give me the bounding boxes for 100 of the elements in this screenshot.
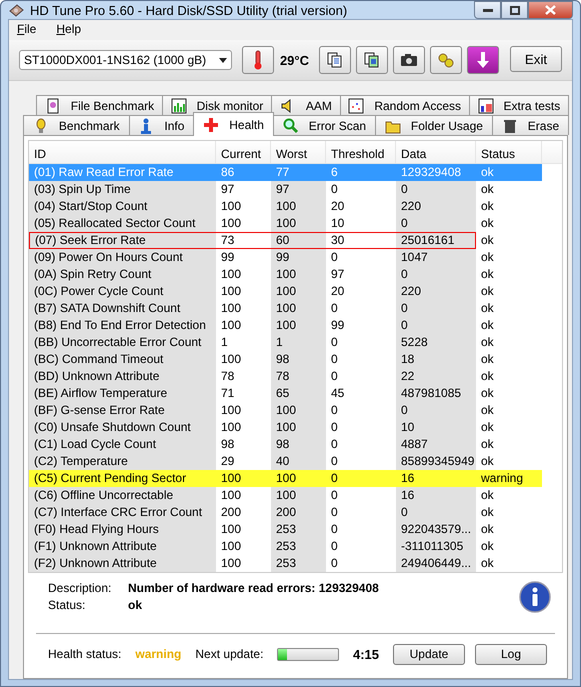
table-cell: 65 (271, 385, 326, 402)
column-header[interactable]: Status (476, 141, 542, 163)
table-cell-text: ok (480, 368, 495, 385)
toolbar-button[interactable] (356, 46, 388, 74)
tab[interactable]: Erase (492, 115, 570, 135)
temperature-button[interactable] (242, 46, 274, 74)
table-cell: -311011305 (396, 538, 476, 555)
tab[interactable]: Health (193, 112, 274, 136)
table-cell-text: ok (480, 249, 495, 266)
table-cell-text: 100 (220, 521, 242, 538)
table-cell: 220 (396, 283, 476, 300)
minimize-button[interactable] (474, 1, 501, 19)
tab[interactable]: Benchmark (23, 115, 130, 135)
table-cell: 98 (271, 436, 326, 453)
maximize-button[interactable] (501, 1, 528, 19)
close-icon (545, 5, 556, 15)
table-cell: 77 (271, 164, 326, 181)
table-cell-text: 97 (330, 266, 346, 283)
table-cell: 16 (396, 470, 476, 487)
table-cell-text: 45 (330, 385, 346, 402)
table-cell-text: 20 (330, 198, 346, 215)
table-cell: ok (476, 164, 542, 181)
chart-icon (478, 98, 494, 114)
table-cell: 100 (271, 419, 326, 436)
column-header[interactable]: Threshold (326, 141, 396, 163)
update-button[interactable]: Update (393, 644, 465, 664)
tab[interactable]: Random Access (340, 95, 470, 115)
table-cell-text: ok (480, 300, 495, 317)
tab[interactable]: Error Scan (272, 115, 376, 135)
table-cell: 100 (271, 198, 326, 215)
log-button[interactable]: Log (475, 644, 547, 664)
table-cell-text: 0 (330, 334, 339, 351)
table-cell: (C5) Current Pending Sector (29, 470, 216, 487)
table-cell: 0 (396, 300, 476, 317)
window-title: HD Tune Pro 5.60 - Hard Disk/SSD Utility (trial version) (30, 2, 348, 18)
table-cell: 0 (396, 317, 476, 334)
table-cell-text: ok (480, 351, 495, 368)
table-cell: (C1) Load Cycle Count (29, 436, 216, 453)
health-status-label: Health status: (48, 647, 122, 661)
table-cell-text: 29 (220, 453, 236, 470)
table-cell: (01) Raw Read Error Rate (29, 164, 216, 181)
table-cell-text: 0 (330, 368, 339, 385)
table-cell: 100 (216, 470, 271, 487)
table-cell-text: 0 (330, 538, 339, 555)
table-cell-text: ok (480, 538, 495, 555)
info-icon[interactable] (519, 581, 551, 613)
table-cell-text: 0 (330, 521, 339, 538)
table-cell: (0C) Power Cycle Count (29, 283, 216, 300)
table-cell-text: 100 (220, 555, 242, 572)
table-cell: (BD) Unknown Attribute (29, 368, 216, 385)
table-cell-text: ok (480, 419, 495, 436)
table-cell: 16 (396, 487, 476, 504)
column-header[interactable]: ID (29, 141, 216, 163)
table-cell: (F0) Head Flying Hours (29, 521, 216, 538)
close-button[interactable] (528, 1, 573, 19)
table-cell: 78 (271, 368, 326, 385)
table-cell-text: ok (480, 453, 495, 470)
table-cell: 10 (396, 419, 476, 436)
table-cell-text: 100 (220, 198, 242, 215)
table-cell: 253 (271, 521, 326, 538)
toolbar-button[interactable] (319, 46, 351, 74)
table-cell: 1 (271, 334, 326, 351)
camera-icon (400, 51, 418, 69)
menu-item[interactable]: Help (56, 22, 82, 38)
exit-button[interactable]: Exit (510, 46, 562, 72)
column-header[interactable]: Worst (271, 141, 326, 163)
menu-item[interactable]: File (17, 22, 36, 38)
table-cell-text: ok (480, 266, 495, 283)
table-cell-text: ok (480, 521, 495, 538)
countdown-time: 4:15 (352, 646, 379, 662)
table-cell: (BF) G-sense Error Rate (29, 402, 216, 419)
tab[interactable]: File Benchmark (36, 95, 163, 115)
table-cell-text: 0 (330, 351, 339, 368)
table-cell: (C7) Interface CRC Error Count (29, 504, 216, 521)
temperature-reading: 29°C (280, 52, 309, 68)
table-cell-text: 97 (220, 181, 236, 198)
save-button[interactable] (467, 46, 499, 74)
table-cell: 200 (271, 504, 326, 521)
table-cell: 129329408 (396, 164, 476, 181)
table-cell: (09) Power On Hours Count (29, 249, 216, 266)
tab[interactable]: Info (128, 115, 194, 135)
table-cell-text: 0 (330, 504, 339, 521)
table-cell: (0A) Spin Retry Count (29, 266, 216, 283)
table-cell: 4887 (396, 436, 476, 453)
table-cell-text: 100 (220, 300, 242, 317)
column-header[interactable]: Current (216, 141, 271, 163)
table-cell: 253 (271, 555, 326, 572)
column-header[interactable]: Data (396, 141, 476, 163)
table-cell: 0 (396, 181, 476, 198)
table-cell: (BB) Uncorrectable Error Count (29, 334, 216, 351)
table-cell: (05) Reallocated Sector Count (29, 215, 216, 232)
toolbar-button[interactable] (393, 46, 425, 74)
table-cell: (04) Start/Stop Count (29, 198, 216, 215)
tab[interactable]: AAM (271, 95, 341, 115)
drive-dropdown[interactable]: ST1000DX001-1NS162 (1000 gB) (19, 50, 232, 70)
table-cell-text: 200 (220, 504, 242, 521)
tab[interactable]: Extra tests (468, 95, 569, 115)
table-cell-text: ok (480, 334, 495, 351)
table-cell-text: 100 (220, 402, 242, 419)
tab[interactable]: Folder Usage (375, 115, 493, 135)
